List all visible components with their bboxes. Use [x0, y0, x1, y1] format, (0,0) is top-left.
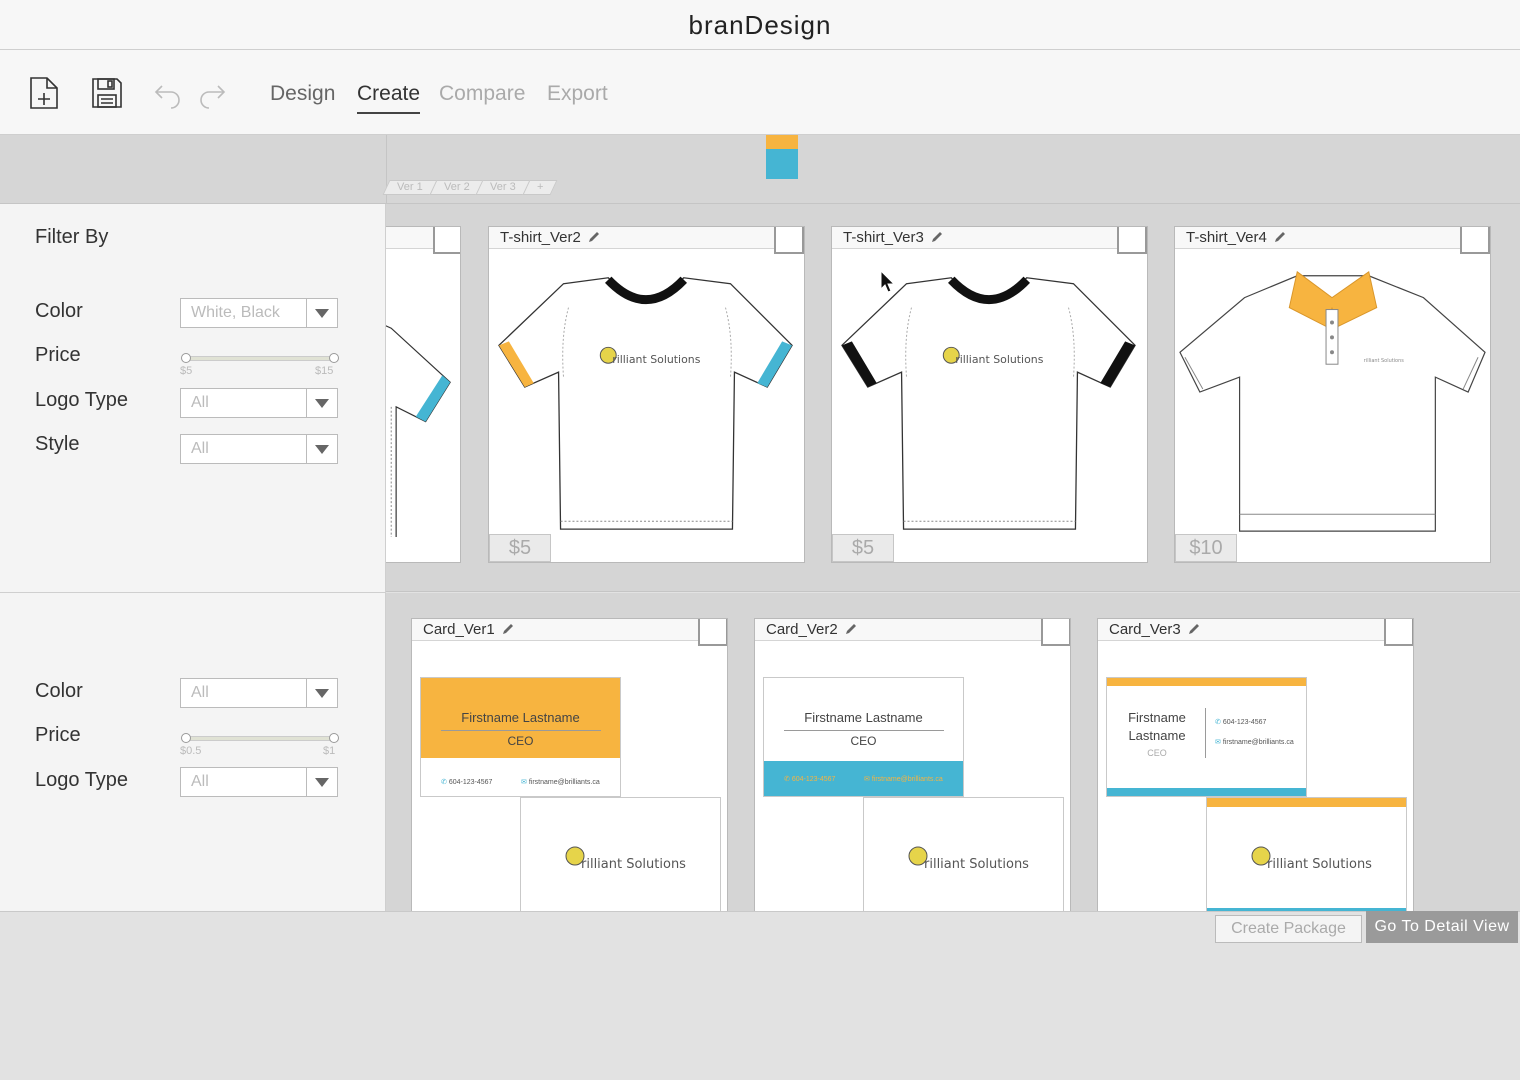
version-strip — [0, 135, 1520, 204]
shirt-color-select[interactable]: White, Black — [180, 298, 338, 328]
shirt-logo-type-label: Logo Type — [35, 389, 129, 411]
slider-max-handle[interactable] — [329, 733, 339, 743]
edit-pencil-icon[interactable] — [501, 622, 515, 636]
card-price-label: Price — [35, 724, 81, 746]
color-swatch — [766, 135, 798, 179]
undo-icon[interactable] — [153, 76, 183, 110]
slider-max-handle[interactable] — [329, 353, 339, 363]
edit-pencil-icon[interactable] — [587, 230, 601, 244]
biz-card-ver1[interactable]: Card_Ver1 Firstname Lastname CEO ✆ 604-1… — [411, 618, 728, 911]
price-badge: $10 — [1175, 534, 1237, 562]
biz-card-ver2[interactable]: Card_Ver2 Firstname Lastname CEO ✆ 604-1… — [754, 618, 1071, 911]
card-front: Firstname Lastname CEO ✆ 604-123-4567 ✉ … — [1106, 677, 1307, 797]
svg-text:rilliant Solutions: rilliant Solutions — [1267, 857, 1372, 872]
chevron-down-icon[interactable] — [306, 299, 337, 327]
select-checkbox[interactable] — [433, 227, 460, 254]
tab-design[interactable]: Design — [270, 82, 335, 112]
svg-text:rilliant Solutions: rilliant Solutions — [924, 857, 1029, 872]
card-back: rilliant Solutions — [520, 797, 721, 911]
phone-icon: ✆ — [1215, 719, 1221, 726]
price-badge: $5 — [832, 534, 894, 562]
svg-text:rilliant Solutions: rilliant Solutions — [581, 857, 686, 872]
email-icon: ✉ — [521, 779, 527, 786]
chevron-down-icon[interactable] — [306, 435, 337, 463]
tshirt-preview — [386, 325, 451, 537]
tab-ver1[interactable]: Ver 1 — [382, 180, 438, 195]
phone-icon: ✆ — [784, 776, 790, 783]
shirt-style-select[interactable]: All — [180, 434, 338, 464]
logo-text: rilliant Solutions — [612, 353, 700, 366]
slider-min-handle[interactable] — [181, 733, 191, 743]
save-icon[interactable] — [90, 76, 124, 110]
version-tabs: Ver 1 Ver 2 Ver 3 + — [382, 180, 558, 195]
app-title: branDesign — [0, 0, 1520, 50]
card-logo-type-select[interactable]: All — [180, 767, 338, 797]
price-badge: $5 — [489, 534, 551, 562]
brand-logo: rilliant Solutions — [565, 846, 686, 872]
edit-pencil-icon[interactable] — [1187, 622, 1201, 636]
select-checkbox[interactable] — [1117, 227, 1147, 254]
chevron-down-icon[interactable] — [306, 768, 337, 796]
shirt-style-label: Style — [35, 433, 80, 455]
edit-pencil-icon[interactable] — [930, 230, 944, 244]
shirt-logo-type-select[interactable]: All — [180, 388, 338, 418]
edit-pencil-icon[interactable] — [844, 622, 858, 636]
card-front: Firstname Lastname CEO ✆ 604-123-4567 ✉ … — [420, 677, 621, 797]
polo-preview: rilliant Solutions — [1179, 270, 1486, 532]
tab-export[interactable]: Export — [547, 82, 608, 112]
filter-sidebar: Filter By Color White, Black Price $5 $1… — [0, 204, 386, 911]
filter-heading: Filter By — [35, 226, 109, 248]
tshirt-preview: rilliant Solutions — [498, 276, 793, 530]
new-file-icon[interactable] — [27, 76, 61, 110]
email-icon: ✉ — [1215, 739, 1221, 746]
mouse-cursor-icon — [880, 270, 896, 293]
select-checkbox[interactable] — [1460, 227, 1490, 254]
shirt-card-ver2[interactable]: T-shirt_Ver2 rilliant Solutions $5 — [488, 226, 805, 563]
shirt-price-label: Price — [35, 344, 81, 366]
brand-logo: rilliant Solutions — [908, 846, 1029, 872]
shirt-card-ver4[interactable]: T-shirt_Ver4 rilliant Solutions $10 — [1174, 226, 1491, 563]
shirt-card-ver3[interactable]: T-shirt_Ver3 rilliant Solutions $5 — [831, 226, 1148, 563]
create-package-button[interactable]: Create Package — [1215, 915, 1362, 943]
tab-compare[interactable]: Compare — [439, 82, 525, 112]
card-back: rilliant Solutions — [863, 797, 1064, 911]
card-front: Firstname Lastname CEO ✆ 604-123-4567 ✉ … — [763, 677, 964, 797]
card-logo-type-label: Logo Type — [35, 769, 129, 791]
shirt-color-label: Color — [35, 300, 83, 322]
tab-create[interactable]: Create — [357, 82, 421, 114]
shirt-card-partial[interactable] — [386, 226, 461, 563]
card-color-select[interactable]: All — [180, 678, 338, 708]
edit-pencil-icon[interactable] — [1273, 230, 1287, 244]
shirt-gallery: T-shirt_Ver2 rilliant Solutions $5 T-shi… — [386, 204, 1520, 592]
select-checkbox[interactable] — [1384, 619, 1413, 646]
biz-card-ver3[interactable]: Card_Ver3 Firstname Lastname CEO ✆ 604-1… — [1097, 618, 1414, 911]
logo-text: rilliant Solutions — [1364, 358, 1404, 364]
select-checkbox[interactable] — [774, 227, 804, 254]
redo-icon[interactable] — [197, 76, 227, 110]
select-checkbox[interactable] — [1041, 619, 1070, 646]
tshirt-preview: rilliant Solutions — [841, 276, 1136, 530]
card-color-label: Color — [35, 680, 83, 702]
go-to-detail-view-button[interactable]: Go To Detail View — [1366, 911, 1518, 943]
select-checkbox[interactable] — [698, 619, 727, 646]
brand-logo: rilliant Solutions — [1251, 846, 1372, 872]
logo-text: rilliant Solutions — [955, 353, 1043, 366]
chevron-down-icon[interactable] — [306, 679, 337, 707]
card-price-slider[interactable]: $0.5 $1 — [180, 732, 339, 757]
card-gallery: Card_Ver1 Firstname Lastname CEO ✆ 604-1… — [386, 593, 1520, 911]
toolbar: Design Create Compare Export — [0, 50, 1520, 135]
shirt-price-slider[interactable]: $5 $15 — [180, 352, 339, 377]
chevron-down-icon[interactable] — [306, 389, 337, 417]
slider-min-handle[interactable] — [181, 353, 191, 363]
phone-icon: ✆ — [441, 779, 447, 786]
email-icon: ✉ — [864, 776, 870, 783]
add-version-tab[interactable]: + — [522, 180, 558, 195]
card-back: rilliant Solutions — [1206, 797, 1407, 911]
